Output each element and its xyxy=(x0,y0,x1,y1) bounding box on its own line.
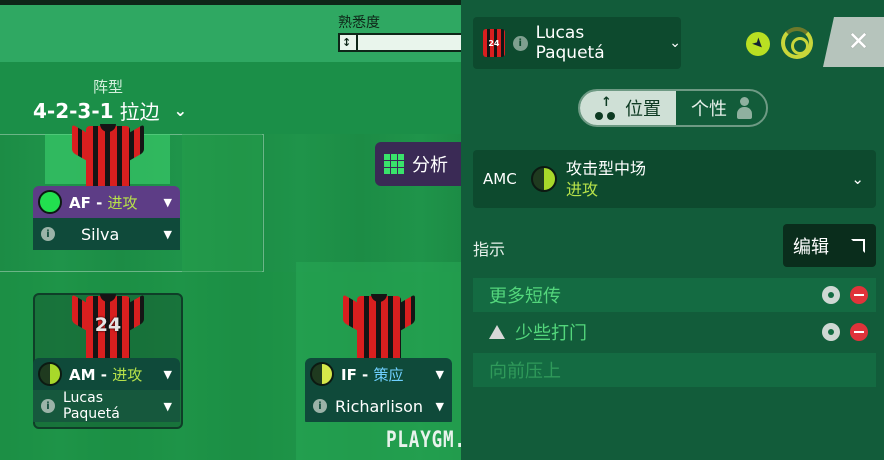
role-circle-icon xyxy=(38,190,62,214)
instruction-text: 向前压上 xyxy=(489,361,561,382)
chevron-down-icon: ▼ xyxy=(163,227,172,241)
watermark: PLAYGM.CN xyxy=(386,428,461,453)
role-name: 攻击型中场 xyxy=(566,159,647,178)
navigate-icon[interactable]: ➤ xyxy=(741,27,775,61)
player-role-row[interactable]: AM - 进攻 ▼ xyxy=(33,358,180,390)
pitch-zone xyxy=(182,134,262,272)
familiarity-fill xyxy=(356,35,358,50)
chevron-down-icon: ⌄ xyxy=(669,35,681,51)
instruction-text: 少些打门 xyxy=(515,323,587,344)
player-selector[interactable]: 24 i Lucas Paquetá ⌄ xyxy=(473,17,681,69)
tactics-screen: 熟悉度 ↕ 阵型 4-2-3-1 拉边 ⌄ 分析 AF - 进攻 ▼ i Sil… xyxy=(0,0,884,460)
chevron-down-icon: ⌄ xyxy=(173,101,187,120)
formation-selector[interactable]: 4-2-3-1 拉边 ⌄ xyxy=(33,96,187,125)
position-icon: ↑ xyxy=(595,95,617,121)
player-name-row[interactable]: i Richarlison ▼ xyxy=(305,390,452,422)
chevron-down-icon: ▼ xyxy=(163,195,172,209)
tab-position-label: 位置 xyxy=(625,99,661,120)
edit-label: 编辑 xyxy=(793,236,829,258)
player-card-paqueta[interactable]: AM - 进攻 ▼ i Lucas Paquetá ▼ xyxy=(33,358,180,426)
view-toggle: ↑ 位置 个性 xyxy=(578,89,768,127)
formation-label: 阵型 xyxy=(93,78,124,96)
chevron-down-icon: ▼ xyxy=(163,399,172,413)
tab-position[interactable]: ↑ 位置 xyxy=(580,91,676,125)
familiarity-label: 熟悉度 xyxy=(338,15,380,31)
info-icon: i xyxy=(313,399,327,413)
formation-code: 4-2-3-1 xyxy=(33,98,114,123)
player-card-silva[interactable]: AF - 进攻 ▼ i Silva ▼ xyxy=(33,186,180,256)
role-circle-icon xyxy=(310,362,334,386)
info-icon[interactable]: i xyxy=(512,35,528,51)
chevron-down-icon: ▼ xyxy=(435,399,444,413)
close-button[interactable]: ✕ xyxy=(823,17,884,67)
gear-icon[interactable] xyxy=(822,286,840,304)
player-card-richarlison[interactable]: IF - 策应 ▼ i Richarlison ▼ xyxy=(305,358,452,426)
player-role: AM - 进攻 xyxy=(69,365,143,384)
role-circle-icon xyxy=(38,362,62,386)
player-shirt-icon: 24 xyxy=(483,29,505,57)
chevron-down-icon: ▼ xyxy=(435,367,444,381)
role-selector[interactable]: AMC 攻击型中场 进攻 ⌄ xyxy=(473,150,876,208)
chevron-down-icon: ⌄ xyxy=(851,170,864,188)
chevron-down-icon: ▼ xyxy=(163,367,172,381)
player-name: Silva xyxy=(81,224,120,244)
expand-icon xyxy=(851,238,865,253)
person-icon xyxy=(737,97,752,119)
instruction-text: 更多短传 xyxy=(489,286,561,307)
close-icon: ✕ xyxy=(847,27,870,57)
role-duty: 进攻 xyxy=(566,180,599,199)
player-name: Richarlison xyxy=(335,396,424,416)
familiarity-band xyxy=(0,0,461,62)
edit-button[interactable]: 编辑 xyxy=(783,224,876,267)
shirt-number: 24 xyxy=(94,314,122,336)
instruction-row[interactable]: 更多短传 xyxy=(473,278,876,312)
player-role: AF - 进攻 xyxy=(69,193,138,212)
info-icon: i xyxy=(41,399,55,413)
role-circle-icon xyxy=(531,166,557,192)
progress-ring-icon[interactable] xyxy=(781,27,813,59)
player-shirt[interactable]: 24 xyxy=(72,292,144,362)
player-name-row[interactable]: i Lucas Paquetá ▼ xyxy=(33,390,180,422)
player-role: IF - 策应 xyxy=(341,365,404,384)
remove-icon[interactable] xyxy=(850,286,868,304)
role-code: AMC xyxy=(483,170,517,188)
familiarity-icon: ↕ xyxy=(342,36,352,49)
tab-personality-label: 个性 xyxy=(691,99,727,120)
player-shirt[interactable] xyxy=(72,122,144,192)
pitch: 熟悉度 ↕ 阵型 4-2-3-1 拉边 ⌄ 分析 AF - 进攻 ▼ i Sil… xyxy=(0,0,461,460)
player-role-row[interactable]: IF - 策应 ▼ xyxy=(305,358,452,390)
warning-icon xyxy=(489,325,505,339)
familiarity-bar[interactable]: ↕ xyxy=(338,33,461,52)
player-name: Lucas Paquetá xyxy=(63,390,120,422)
info-icon: i xyxy=(41,227,55,241)
grid-icon xyxy=(384,154,404,174)
instruction-row[interactable]: 少些打门 xyxy=(473,315,876,349)
player-role-panel: 24 i Lucas Paquetá ⌄ ➤ ✕ ↑ 位置 个性 AMC 攻击型… xyxy=(461,0,884,460)
tab-personality[interactable]: 个性 xyxy=(676,91,766,125)
player-shirt[interactable] xyxy=(343,292,415,362)
gear-icon[interactable] xyxy=(822,323,840,341)
analysis-label: 分析 xyxy=(412,155,448,176)
instruction-row[interactable]: 向前压上 xyxy=(473,353,876,387)
selected-player-name: Lucas Paquetá xyxy=(535,23,605,63)
player-role-row[interactable]: AF - 进攻 ▼ xyxy=(33,186,180,218)
analysis-button[interactable]: 分析 xyxy=(375,142,461,186)
remove-icon[interactable] xyxy=(850,323,868,341)
instructions-label: 指示 xyxy=(473,240,506,259)
formation-variant: 拉边 xyxy=(119,100,160,124)
player-name-row[interactable]: i Silva ▼ xyxy=(33,218,180,250)
